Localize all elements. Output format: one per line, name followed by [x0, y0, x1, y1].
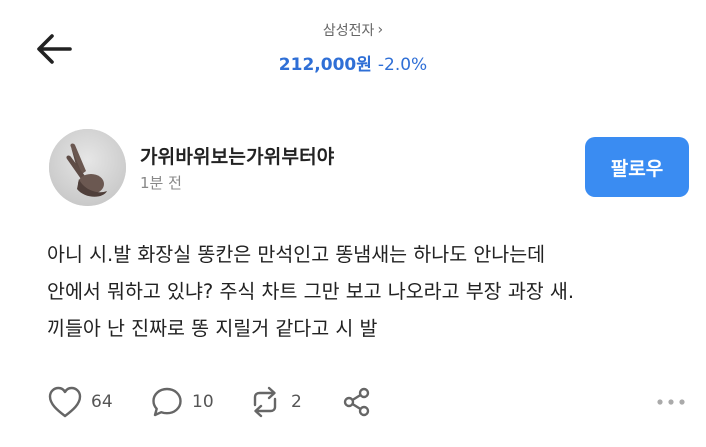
post-time: 1분 전 — [140, 174, 182, 192]
stock-price-row: 212,000원 -2.0% — [0, 50, 706, 75]
repost-button[interactable]: 2 — [247, 382, 302, 422]
post-actions: 64 10 2 — [47, 382, 686, 422]
like-button[interactable]: 64 — [47, 382, 113, 422]
post-line: 끼들아 난 진짜로 똥 지릴거 같다고 시 발 — [47, 317, 378, 340]
stock-change: -2.0% — [377, 55, 428, 75]
follow-button[interactable]: 팔로우 — [585, 137, 689, 197]
victory-hand-avatar — [49, 129, 126, 206]
post-detail-page: 삼성전자 › 212,000원 -2.0% 가위바위보는가위부터야 1분 전 팔… — [0, 0, 706, 447]
stock-name: 삼성전자 — [322, 23, 375, 39]
chevron-right-icon: › — [377, 22, 384, 38]
share-button[interactable] — [340, 382, 374, 422]
post-line: 아니 시.발 화장실 똥칸은 만석인고 똥냄새는 하나도 안나는데 — [47, 243, 546, 266]
post-line: 안에서 뭐하고 있냐? 주식 차트 그만 보고 나오라고 부장 과장 새. — [47, 280, 575, 303]
avatar[interactable] — [49, 129, 126, 206]
comment-bubble-icon — [152, 387, 182, 417]
more-dots-icon — [657, 399, 685, 405]
post-body: 아니 시.발 화장실 똥칸은 만석인고 똥냄새는 하나도 안나는데 안에서 뭐하… — [47, 236, 667, 347]
heart-icon — [48, 386, 82, 418]
repost-count: 2 — [291, 392, 302, 412]
repost-icon — [253, 386, 277, 418]
share-icon — [343, 387, 370, 417]
stock-header: 삼성전자 › 212,000원 -2.0% — [0, 20, 706, 75]
comment-button[interactable]: 10 — [150, 382, 214, 422]
author-name[interactable]: 가위바위보는가위부터야 — [140, 142, 334, 169]
stock-price: 212,000원 — [278, 55, 372, 75]
more-button[interactable] — [656, 382, 686, 422]
like-count: 64 — [91, 392, 113, 412]
comment-count: 10 — [192, 392, 214, 412]
stock-name-link[interactable]: 삼성전자 › — [323, 20, 383, 40]
